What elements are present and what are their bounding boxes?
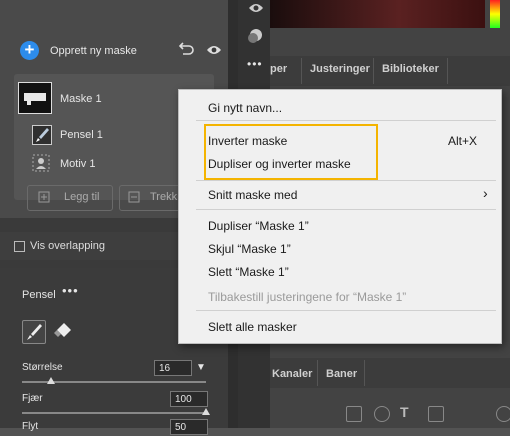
text-icon[interactable]: T [400, 404, 409, 420]
subject-icon[interactable] [32, 154, 50, 172]
eraser-tool-icon[interactable] [52, 320, 74, 342]
menu-divider [196, 209, 496, 210]
subtract-icon [128, 191, 140, 206]
tab-divider [301, 58, 302, 84]
brush-component-label[interactable]: Pensel 1 [60, 129, 103, 141]
subject-component-label[interactable]: Motiv 1 [60, 158, 95, 170]
hue-strip[interactable] [490, 0, 500, 28]
size-input[interactable]: 16 [154, 360, 192, 376]
mask-name: Maske 1 [60, 93, 102, 105]
add-button-label: Legg til [64, 191, 100, 203]
add-button[interactable]: Legg til [27, 185, 113, 211]
feather-slider-handle[interactable] [202, 408, 210, 415]
tab-paths[interactable]: Baner [326, 368, 357, 380]
subtract-button-label: Trekk [150, 191, 178, 203]
menu-divider [196, 310, 496, 311]
menu-item-rename[interactable]: Gi nytt navn... [208, 101, 282, 115]
image-icon[interactable] [346, 406, 362, 422]
brush-component-icon[interactable] [32, 125, 52, 145]
menu-item-intersect-mask[interactable]: Snitt maske med [208, 188, 297, 202]
adjustment-icon[interactable] [374, 406, 390, 422]
highlight-box [204, 124, 378, 180]
menu-item-delete-mask[interactable]: Slett “Maske 1” [208, 265, 289, 279]
tab-channels[interactable]: Kanaler [272, 368, 312, 380]
tab-divider [373, 58, 374, 84]
add-icon [38, 191, 50, 206]
tab-divider [317, 360, 318, 386]
overlay-label[interactable]: Vis overlapping [30, 240, 105, 252]
mask-overlay-icon[interactable] [247, 28, 263, 44]
create-mask-button[interactable]: + [20, 41, 39, 60]
undo-icon[interactable] [178, 42, 194, 56]
create-mask-label[interactable]: Opprett ny maske [50, 45, 137, 57]
feather-input[interactable]: 100 [170, 391, 208, 407]
menu-item-reset-adjustments: Tilbakestill justeringene for “Maske 1” [208, 290, 407, 304]
color-picker-field[interactable] [270, 0, 485, 28]
menu-shortcut-invert: Alt+X [448, 134, 478, 148]
menu-item-delete-all-masks[interactable]: Slett alle masker [208, 320, 297, 334]
tab-adjustments[interactable]: Justeringer [310, 63, 370, 75]
tab-divider [364, 360, 365, 386]
tab-properties[interactable]: per [270, 63, 287, 75]
brush-title: Pensel [22, 289, 56, 301]
overlay-checkbox[interactable] [14, 241, 25, 252]
flow-input[interactable]: 50 [170, 419, 208, 435]
brush-tool-icon[interactable] [22, 320, 46, 344]
mask-thumbnail[interactable] [18, 82, 52, 114]
feather-slider[interactable] [22, 412, 206, 414]
eye-icon[interactable] [206, 44, 222, 56]
add-layer-icon[interactable] [496, 406, 510, 422]
flow-label: Flyt [22, 421, 39, 432]
feather-label: Fjær [22, 393, 43, 404]
shape-icon[interactable] [428, 406, 444, 422]
size-dropdown-icon[interactable]: ▼ [196, 362, 206, 373]
toolbar-more-button[interactable]: ••• [247, 57, 263, 71]
eye-icon[interactable] [248, 0, 264, 16]
layer-actions-bar: T [346, 404, 510, 422]
menu-item-hide-mask[interactable]: Skjul “Maske 1” [208, 242, 291, 256]
tab-libraries[interactable]: Biblioteker [382, 63, 439, 75]
menu-divider [196, 120, 496, 121]
size-label: Størrelse [22, 362, 63, 373]
size-slider-handle[interactable] [47, 377, 55, 384]
menu-item-duplicate-mask[interactable]: Dupliser “Maske 1” [208, 219, 309, 233]
submenu-arrow-icon: › [483, 185, 488, 201]
brush-more-button[interactable]: ••• [62, 283, 79, 298]
menu-divider [196, 180, 496, 181]
tab-divider [447, 58, 448, 84]
